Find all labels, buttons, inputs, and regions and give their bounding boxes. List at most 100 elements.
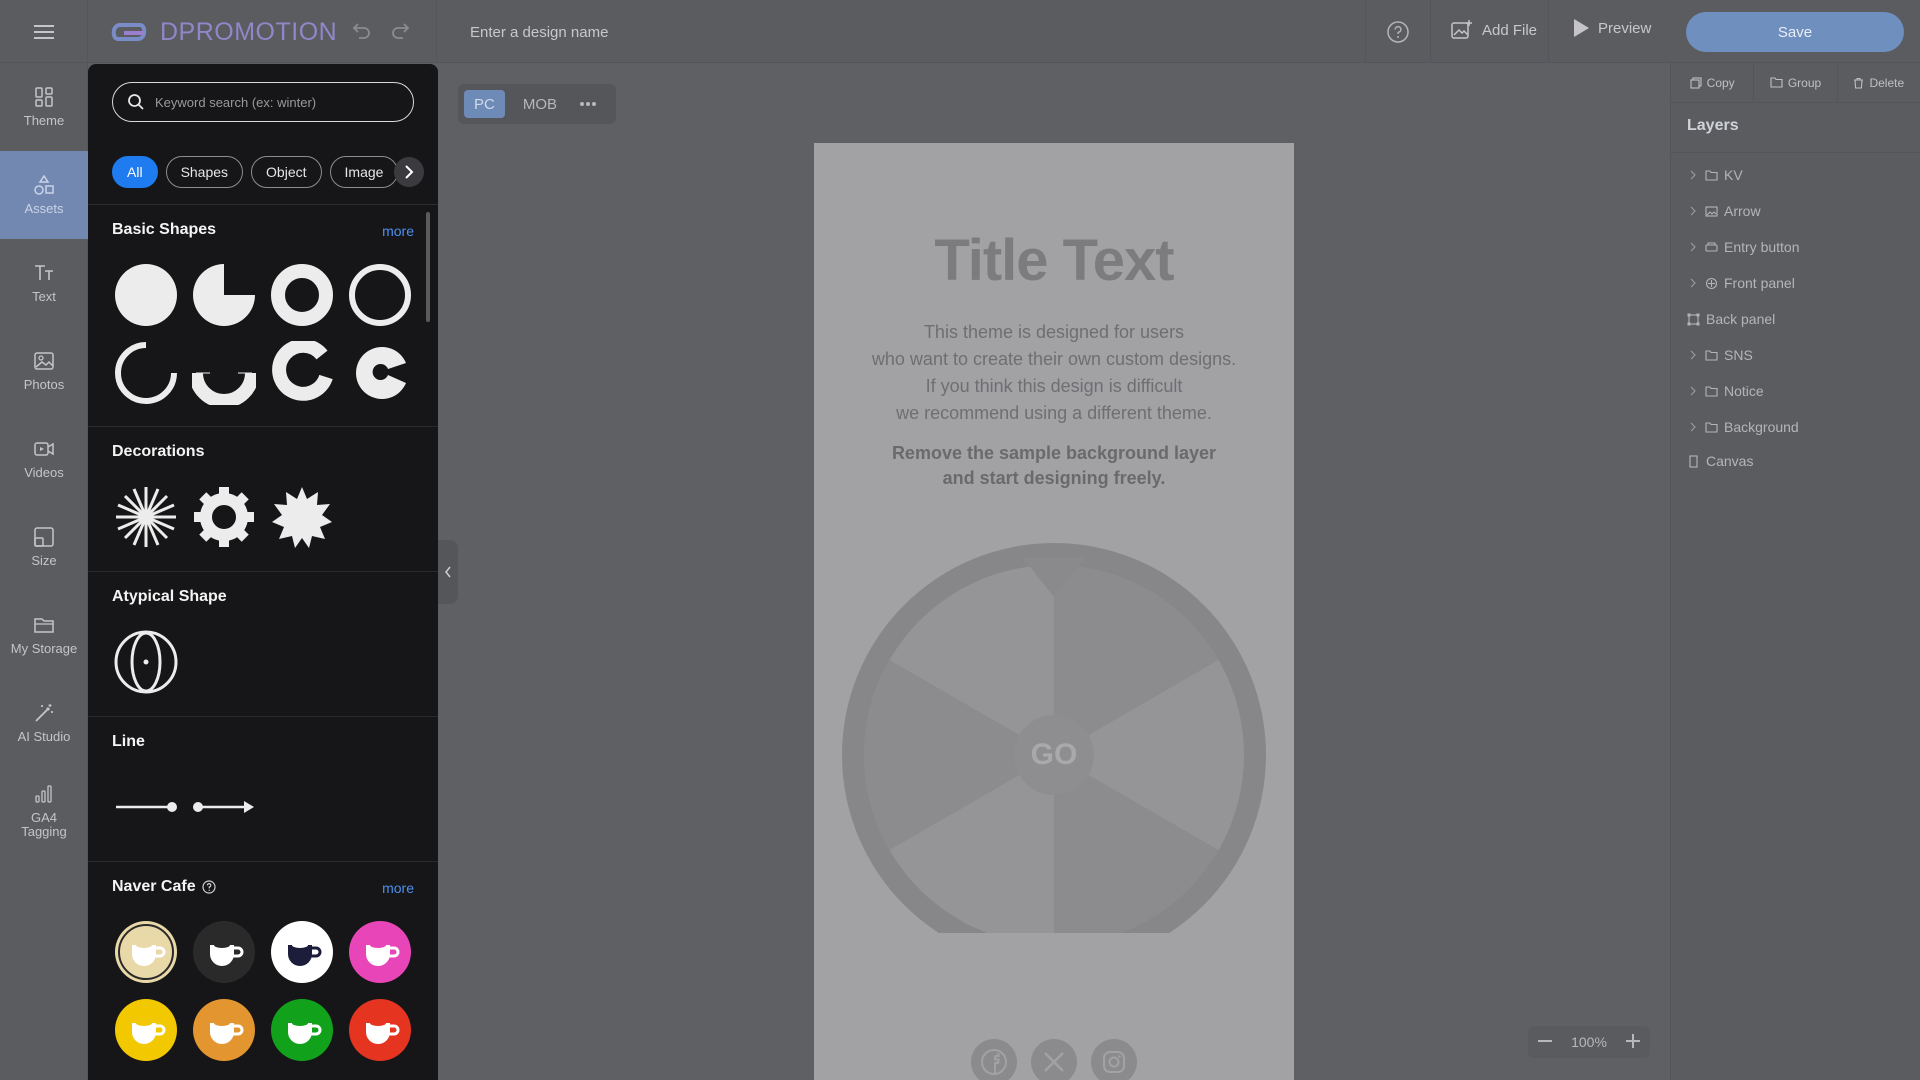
naver-cafe-badge[interactable] (114, 920, 178, 984)
search-box[interactable] (112, 82, 414, 122)
atypical-grid (114, 630, 412, 694)
chevron-right-icon[interactable] (1687, 206, 1699, 216)
decoration-seal[interactable] (270, 485, 334, 549)
naver-cafe-badge[interactable] (114, 998, 178, 1062)
coffee-cup-icon (349, 921, 411, 983)
layers-title: Layers (1671, 103, 1920, 153)
hamburger-menu-button[interactable] (0, 0, 88, 63)
shape-donut-thick[interactable] (270, 263, 334, 327)
more-link[interactable]: more (382, 223, 414, 239)
shape-arc[interactable] (114, 341, 178, 405)
nav-label: Text (32, 289, 56, 304)
layer-item[interactable]: SNS (1687, 337, 1920, 373)
design-canvas[interactable]: Title Text This theme is designed for us… (814, 143, 1294, 1080)
chevron-right-icon[interactable] (1687, 350, 1699, 360)
layer-item[interactable]: Entry button (1687, 229, 1920, 265)
design-name-input[interactable] (470, 20, 870, 44)
line-dot-end[interactable] (114, 775, 178, 839)
line-grid (114, 775, 412, 839)
chevron-right-icon[interactable] (1687, 242, 1699, 252)
instagram-icon[interactable] (1091, 1039, 1137, 1080)
nav-item-assets[interactable]: Assets (0, 151, 88, 239)
shape-partial-donut[interactable] (270, 341, 334, 405)
shape-circle[interactable] (114, 263, 178, 327)
section-title: Basic Shapes (112, 221, 217, 238)
logo[interactable]: DPROMOTION (110, 14, 337, 50)
nav-item-ai-studio[interactable]: AI Studio (0, 679, 88, 767)
nav-item-my-storage[interactable]: My Storage (0, 591, 88, 679)
nav-item-videos[interactable]: Videos (0, 415, 88, 503)
videos-icon (34, 442, 54, 456)
redo-button[interactable] (390, 20, 412, 47)
layer-item[interactable]: Background (1687, 409, 1920, 445)
naver-cafe-badge[interactable] (348, 998, 412, 1062)
save-button[interactable]: Save (1686, 12, 1904, 52)
layer-item[interactable]: Arrow (1687, 193, 1920, 229)
layer-item[interactable]: Canvas (1687, 445, 1920, 477)
more-options-button[interactable] (575, 101, 597, 107)
collapse-panel-button[interactable] (438, 540, 458, 604)
shape-half-ring[interactable] (192, 341, 256, 405)
coffee-cup-icon (193, 999, 255, 1061)
more-link[interactable]: more (382, 880, 414, 896)
shape-pie[interactable] (192, 263, 256, 327)
nav-item-ga4-tagging[interactable]: GA4 Tagging (0, 767, 88, 855)
nav-item-size[interactable]: Size (0, 503, 88, 591)
naver-cafe-badge[interactable] (348, 920, 412, 984)
info-icon[interactable] (202, 880, 216, 894)
undo-button[interactable] (350, 20, 372, 47)
layer-item[interactable]: Back panel (1687, 301, 1920, 337)
help-button[interactable] (1386, 20, 1410, 49)
naver-cafe-badge[interactable] (270, 920, 334, 984)
chevron-right-icon[interactable] (1687, 278, 1699, 288)
layer-item[interactable]: KV (1687, 157, 1920, 193)
preview-button[interactable]: Preview (1572, 18, 1651, 38)
nav-item-photos[interactable]: Photos (0, 327, 88, 415)
chip-shapes[interactable]: Shapes (165, 156, 244, 188)
naver-cafe-badge[interactable] (192, 998, 256, 1062)
decoration-grid (114, 485, 412, 549)
delete-button[interactable]: Delete (1838, 63, 1920, 103)
group-button[interactable]: Group (1754, 62, 1838, 103)
chips-next-button[interactable] (394, 157, 425, 187)
chip-image[interactable]: Image (329, 156, 399, 188)
layer-item[interactable]: Front panel (1687, 265, 1920, 301)
device-mob-button[interactable]: MOB (513, 90, 567, 118)
decoration-burst[interactable] (114, 485, 178, 549)
add-file-label: Add File (1482, 21, 1538, 39)
canvas-title[interactable]: Title Text (814, 227, 1294, 294)
layer-item[interactable]: Notice (1687, 373, 1920, 409)
naver-cafe-badge[interactable] (192, 920, 256, 984)
chevron-right-icon[interactable] (1687, 170, 1699, 180)
atypical-shape-1[interactable] (114, 630, 178, 694)
shape-pacman-ring[interactable] (348, 341, 412, 405)
naver-cafe-badge[interactable] (270, 998, 334, 1062)
line-arrow[interactable] (192, 775, 256, 839)
x-icon[interactable] (1031, 1039, 1077, 1080)
nav-item-text[interactable]: Text (0, 239, 88, 327)
facebook-icon[interactable] (971, 1039, 1017, 1080)
layer-name: SNS (1724, 347, 1753, 363)
facebook-glyph (981, 1049, 1007, 1075)
search-input[interactable] (155, 94, 395, 110)
trash-icon (1854, 77, 1864, 89)
nav-item-theme[interactable]: Theme (0, 63, 88, 151)
decoration-gear[interactable] (192, 485, 256, 549)
go-label: GO (1030, 738, 1078, 771)
chip-all[interactable]: All (112, 156, 158, 188)
divider (436, 0, 437, 63)
chevron-right-icon[interactable] (1687, 422, 1699, 432)
chevron-right-icon (405, 165, 414, 179)
copy-button[interactable]: Copy (1671, 62, 1755, 103)
device-pc-button[interactable]: PC (464, 90, 505, 118)
chevron-right-icon[interactable] (1687, 386, 1699, 396)
zoom-out-button[interactable] (1538, 1034, 1552, 1051)
zoom-in-button[interactable] (1626, 1033, 1640, 1051)
roulette-wheel[interactable]: GO (840, 533, 1270, 967)
canvas-bold-description[interactable]: Remove the sample background layer and s… (814, 441, 1294, 491)
canvas-description[interactable]: This theme is designed for users who wan… (814, 319, 1294, 427)
shape-ring[interactable] (348, 263, 412, 327)
go-button[interactable]: GO (1014, 715, 1094, 795)
add-file-button[interactable]: Add File (1450, 18, 1537, 42)
chip-object[interactable]: Object (251, 156, 322, 188)
